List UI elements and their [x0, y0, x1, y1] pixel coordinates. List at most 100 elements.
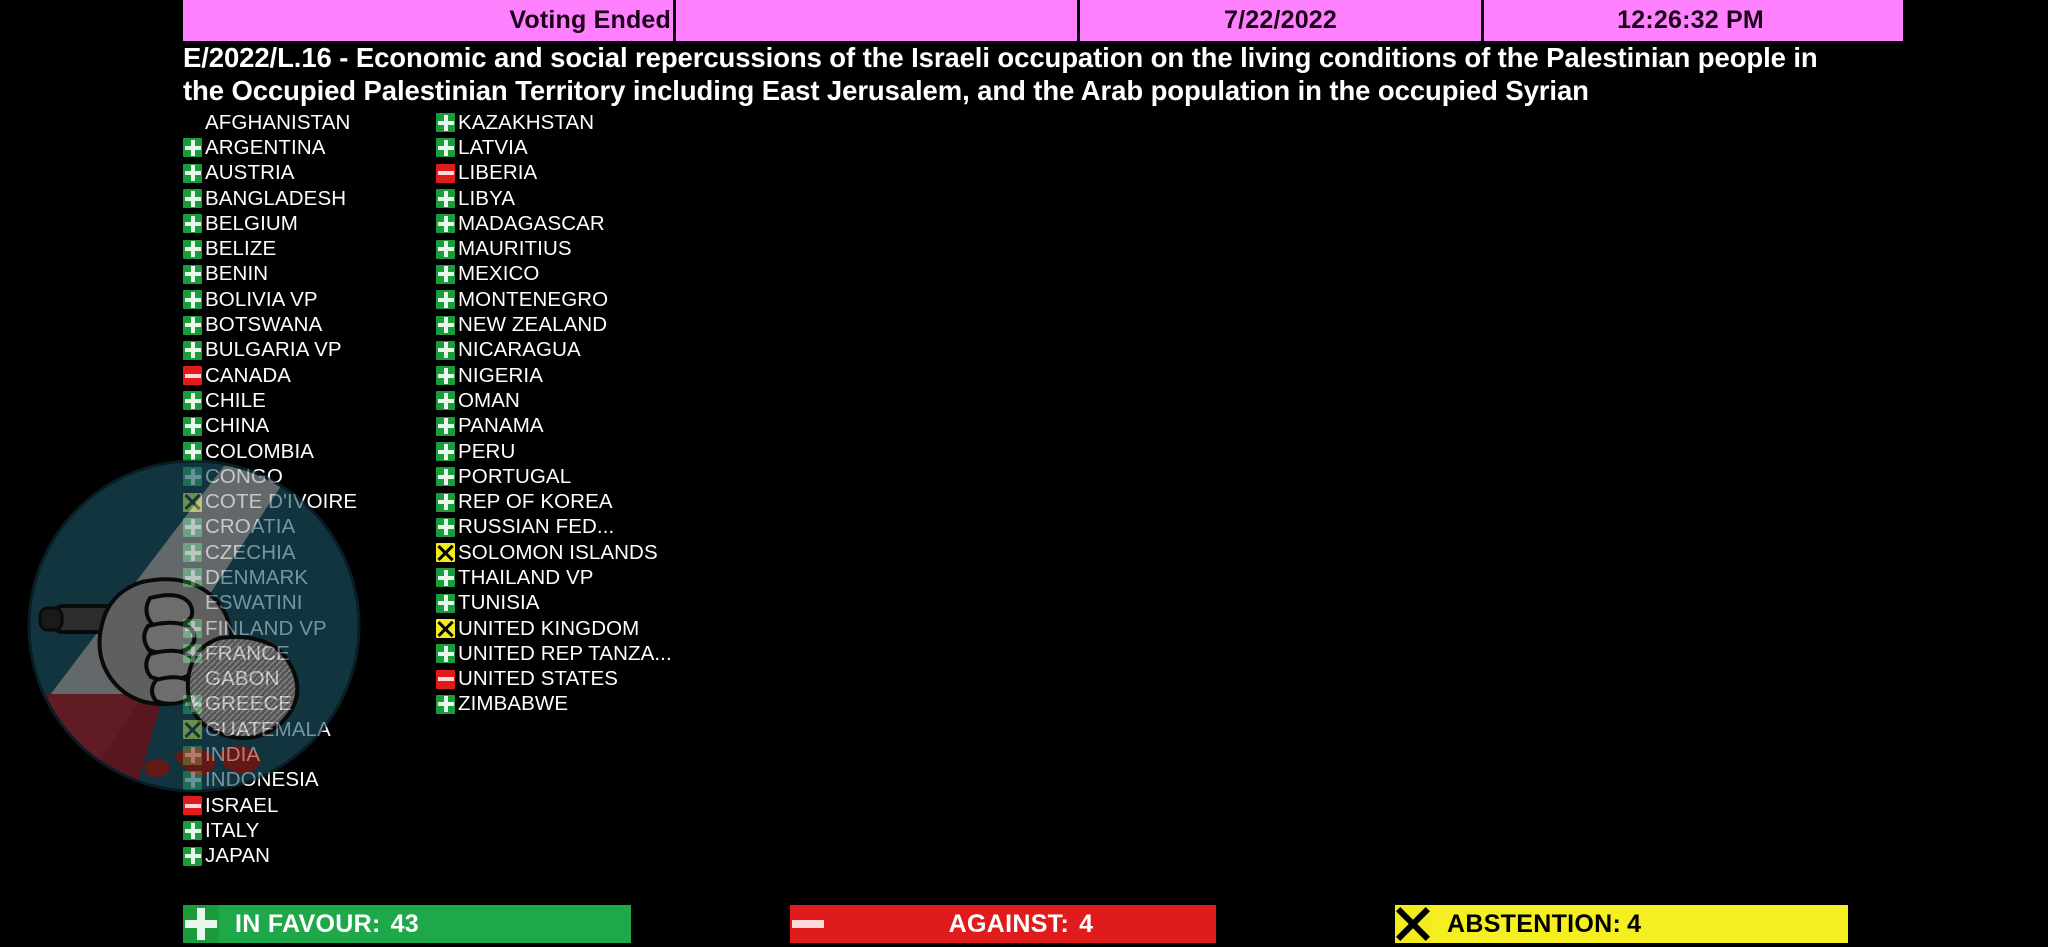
country-name: UNITED REP TANZA... [458, 641, 672, 665]
country-name: AFGHANISTAN [205, 110, 351, 134]
vote-plus-icon [183, 163, 202, 183]
country-row: NEW ZEALAND [436, 312, 716, 337]
country-row: PORTUGAL [436, 464, 716, 489]
country-name: CHILE [205, 388, 266, 412]
country-name: CONGO [205, 464, 283, 488]
country-row: TUNISIA [436, 591, 716, 616]
country-name: UNITED STATES [458, 667, 618, 691]
vote-plus-icon [183, 416, 202, 436]
country-row: AFGHANISTAN [183, 110, 443, 135]
country-name: BENIN [205, 262, 269, 286]
country-row: JAPAN [183, 844, 443, 869]
country-name: BANGLADESH [205, 186, 347, 210]
vote-plus-icon [183, 391, 202, 411]
country-name: LIBERIA [458, 161, 538, 185]
vote-x-icon [436, 619, 455, 639]
tally-against-label: AGAINST: [948, 909, 1070, 938]
country-name: REP OF KOREA [458, 490, 613, 514]
vote-plus-icon [436, 290, 455, 310]
country-name: FRANCE [205, 641, 290, 665]
vote-plus-icon [436, 644, 455, 664]
country-row: BULGARIA VP [183, 338, 443, 363]
country-name: ZIMBABWE [458, 692, 569, 716]
country-column-1: AFGHANISTAN ARGENTINA AUSTRIA BANGLADESH BEL… [183, 110, 443, 869]
country-name: MADAGASCAR [458, 211, 605, 235]
country-row: NICARAGUA [436, 338, 716, 363]
tally-abstention-count: 4 [1627, 909, 1642, 938]
country-row: FRANCE [183, 641, 443, 666]
header-blank-cell [676, 0, 1080, 41]
country-row: SOLOMON ISLANDS [436, 540, 716, 565]
vote-plus-icon [436, 517, 455, 537]
country-name: ITALY [205, 818, 260, 842]
country-row: BOLIVIA VP [183, 287, 443, 312]
country-name: INDONESIA [205, 768, 319, 792]
vote-plus-icon [436, 113, 455, 133]
tally-against-body: AGAINST: 4 [826, 905, 1216, 943]
country-row: RUSSIAN FED... [436, 515, 716, 540]
country-name: ISRAEL [205, 793, 279, 817]
vote-minus-icon [183, 366, 202, 386]
country-row: MAURITIUS [436, 236, 716, 261]
country-name: NICARAGUA [458, 338, 581, 362]
country-row: LIBERIA [436, 161, 716, 186]
country-name: TUNISIA [458, 591, 540, 615]
vote-plus-icon [183, 694, 202, 714]
voting-date-cell: 7/22/2022 [1080, 0, 1484, 41]
country-row: DENMARK [183, 565, 443, 590]
country-row: PERU [436, 439, 716, 464]
country-column-2: KAZAKHSTAN LATVIA LIBERIA LIBYA MADAGASCAR MA… [436, 110, 716, 717]
country-row: COTE D'IVOIRE [183, 489, 443, 514]
country-name: BOLIVIA VP [205, 287, 318, 311]
vote-plus-icon [183, 770, 202, 790]
country-row: THAILAND VP [436, 565, 716, 590]
vote-tally-footer: IN FAVOUR: 43 AGAINST: 4 ABSTENTION: 4 [0, 905, 2048, 947]
country-name: PANAMA [458, 414, 544, 438]
country-name: CZECHIA [205, 540, 296, 564]
country-row: UNITED KINGDOM [436, 616, 716, 641]
vote-x-icon [183, 492, 202, 512]
vote-plus-icon [436, 189, 455, 209]
country-row: ZIMBABWE [436, 692, 716, 717]
country-row: COLOMBIA [183, 439, 443, 464]
tally-in-favour-label: IN FAVOUR: [235, 909, 381, 938]
vote-x-icon [183, 720, 202, 740]
vote-plus-icon [183, 442, 202, 461]
country-name: MAURITIUS [458, 237, 572, 261]
country-row: MEXICO [436, 262, 716, 287]
country-name: CANADA [205, 363, 292, 387]
country-name: NEW ZEALAND [458, 313, 608, 337]
country-row: CHINA [183, 414, 443, 439]
country-name: KAZAKHSTAN [458, 110, 595, 134]
country-name: ARGENTINA [205, 135, 326, 159]
country-name: GUATEMALA [205, 717, 331, 741]
tally-against-count: 4 [1079, 909, 1094, 938]
vote-plus-icon [183, 264, 202, 284]
tally-in-favour-body: IN FAVOUR: 43 [219, 905, 631, 943]
country-name: BOTSWANA [205, 313, 323, 337]
vote-plus-icon [436, 366, 455, 386]
country-row: CANADA [183, 363, 443, 388]
resolution-title: E/2022/L.16 - Economic and social reperc… [183, 42, 1826, 106]
status-header-bar: Voting Ended 7/22/2022 12:26:32 PM [183, 0, 1903, 41]
country-row: ITALY [183, 818, 443, 843]
vote-plus-icon [183, 745, 202, 765]
country-row: AUSTRIA [183, 161, 443, 186]
country-row: CHILE [183, 388, 443, 413]
country-row: BOTSWANA [183, 312, 443, 337]
country-row: LIBYA [436, 186, 716, 211]
vote-plus-icon [436, 467, 455, 487]
voting-display-screen: Voting Ended 7/22/2022 12:26:32 PM E/202… [0, 0, 2048, 947]
country-name: NIGERIA [458, 363, 543, 387]
country-row: ESWATINI [183, 591, 443, 616]
country-name: BULGARIA VP [205, 338, 342, 362]
country-name: BELGIUM [205, 211, 298, 235]
country-row: FINLAND VP [183, 616, 443, 641]
vote-plus-icon [183, 315, 202, 335]
country-name: MONTENEGRO [458, 287, 609, 311]
vote-plus-icon [183, 214, 202, 234]
country-row: GREECE [183, 692, 443, 717]
country-row: BANGLADESH [183, 186, 443, 211]
country-row: UNITED STATES [436, 667, 716, 692]
country-row: BENIN [183, 262, 443, 287]
